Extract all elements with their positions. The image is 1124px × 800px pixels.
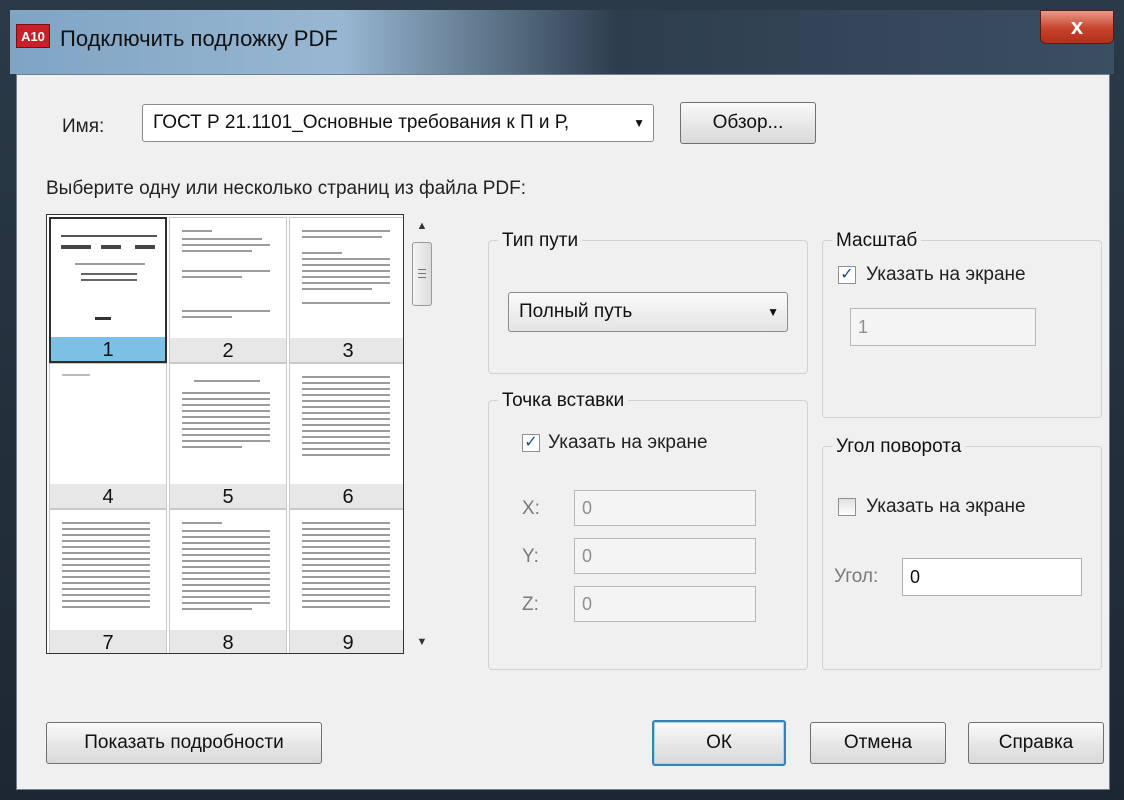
angle-field[interactable]: 0 (902, 558, 1082, 596)
page-number: 5 (170, 484, 286, 508)
cancel-button[interactable]: Отмена (810, 722, 946, 764)
page-thumbnail-4[interactable]: 4 (49, 363, 167, 509)
name-dropdown[interactable]: ГОСТ Р 21.1101_Основные требования к П и… (142, 104, 654, 142)
path-type-title: Тип пути (498, 230, 583, 252)
window-title: Подключить подложку PDF (60, 26, 338, 51)
scale-specify-checkbox[interactable]: ✓ (838, 266, 856, 284)
angle-label: Угол: (834, 566, 879, 587)
chevron-down-icon: ▼ (767, 305, 779, 319)
rotation-title: Угол поворота (832, 436, 966, 458)
scale-title: Масштаб (832, 230, 922, 252)
page-thumbnail-2[interactable]: 2 (169, 217, 287, 363)
page-thumbnail-5[interactable]: 5 (169, 363, 287, 509)
page-thumbnail-9[interactable]: 9 (289, 509, 403, 653)
page-number: 6 (290, 484, 403, 508)
browse-button[interactable]: Обзор... (680, 102, 816, 144)
scroll-up-arrow-icon[interactable]: ▲ (408, 214, 436, 238)
scroll-down-arrow-icon[interactable]: ▼ (408, 630, 436, 654)
page-thumbnail-3[interactable]: 3 (289, 217, 403, 363)
path-type-dropdown[interactable]: Полный путь ▼ (508, 292, 788, 332)
page-number: 2 (170, 338, 286, 362)
dialog-window: A10 Подключить подложку PDF x Имя: ГОСТ … (0, 0, 1124, 800)
path-type-value: Полный путь (519, 301, 633, 322)
x-field[interactable]: 0 (574, 490, 756, 526)
page-thumbnail-grid[interactable]: 1 2 3 4 5 6 7 8 9 (46, 214, 404, 654)
insertion-specify-label: Указать на экране (548, 432, 708, 453)
scale-specify-label: Указать на экране (866, 264, 1026, 285)
rotation-specify-checkbox[interactable] (838, 498, 856, 516)
x-label: X: (522, 498, 540, 519)
name-label: Имя: (62, 116, 105, 137)
chevron-down-icon: ▼ (633, 116, 645, 130)
help-button[interactable]: Справка (968, 722, 1104, 764)
page-number: 1 (51, 337, 165, 361)
page-thumbnail-7[interactable]: 7 (49, 509, 167, 653)
page-number: 8 (170, 630, 286, 653)
scale-field[interactable]: 1 (850, 308, 1036, 346)
scrollbar-thumb[interactable] (412, 242, 432, 306)
name-dropdown-value: ГОСТ Р 21.1101_Основные требования к П и… (153, 112, 570, 133)
close-button[interactable]: x (1040, 10, 1114, 44)
page-thumbnail-1[interactable]: 1 (49, 217, 167, 363)
z-label: Z: (522, 594, 539, 615)
page-thumbnail-6[interactable]: 6 (289, 363, 403, 509)
page-number: 3 (290, 338, 403, 362)
autocad-app-icon: A10 (16, 24, 50, 48)
insertion-specify-checkbox[interactable]: ✓ (522, 434, 540, 452)
page-number: 7 (50, 630, 166, 653)
y-label: Y: (522, 546, 539, 567)
page-number: 4 (50, 484, 166, 508)
insertion-point-title: Точка вставки (498, 390, 629, 412)
ok-button[interactable]: ОК (652, 720, 786, 766)
page-number: 9 (290, 630, 403, 653)
z-field[interactable]: 0 (574, 586, 756, 622)
page-thumbnail-8[interactable]: 8 (169, 509, 287, 653)
pages-prompt: Выберите одну или несколько страниц из ф… (46, 178, 527, 199)
rotation-specify-label: Указать на экране (866, 496, 1026, 517)
show-details-button[interactable]: Показать подробности (46, 722, 322, 764)
y-field[interactable]: 0 (574, 538, 756, 574)
thumbnail-scrollbar[interactable]: ▲ ▼ (408, 214, 436, 654)
